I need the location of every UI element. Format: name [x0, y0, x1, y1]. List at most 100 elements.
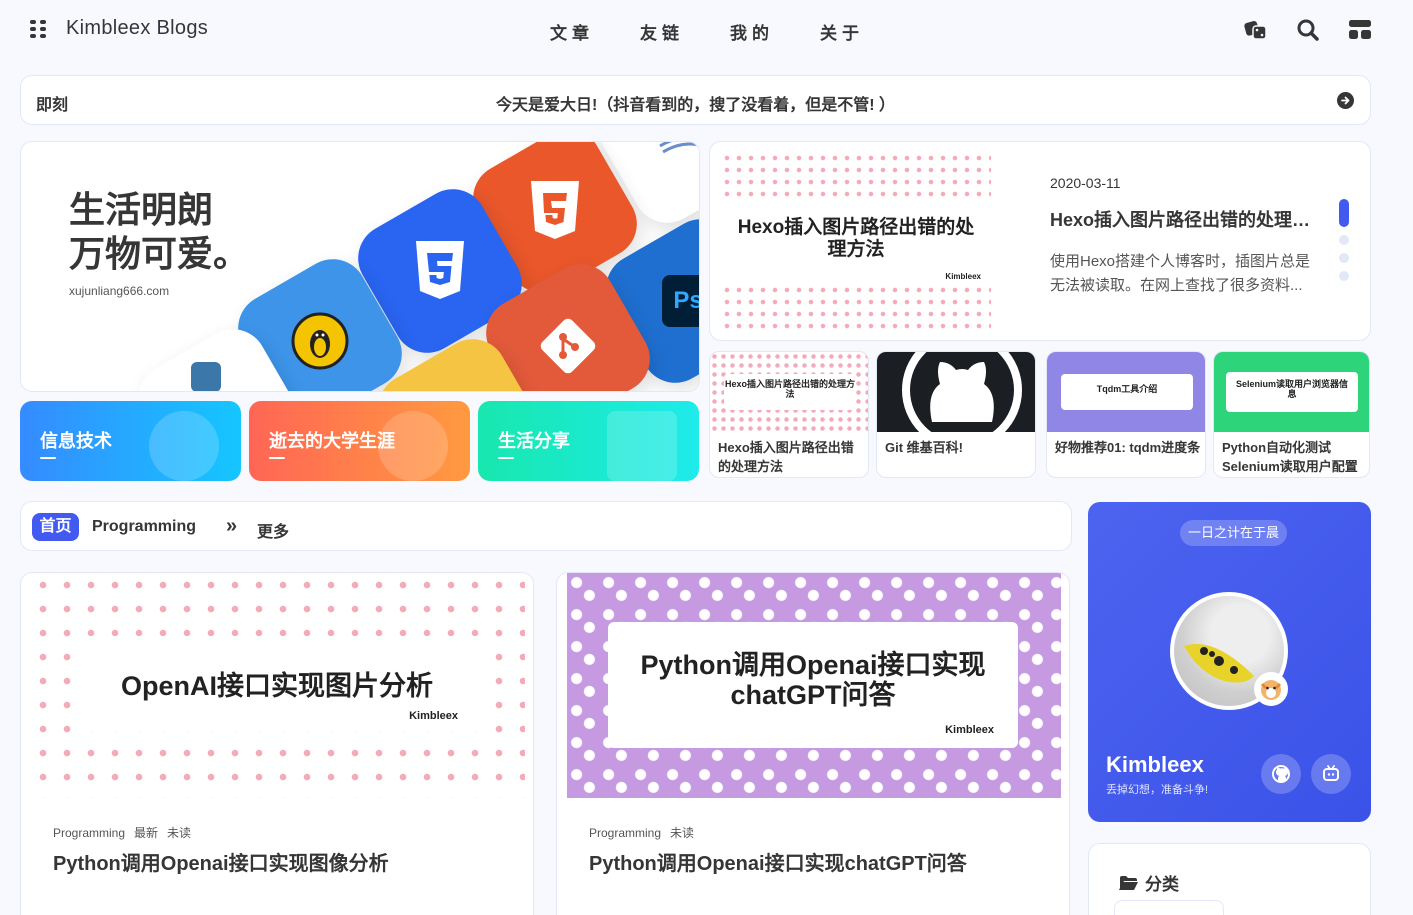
- menu-item-about[interactable]: 关于: [820, 19, 864, 44]
- hero-domain: xujunliang666.com: [69, 284, 170, 298]
- double-chevron-right-icon[interactable]: »: [226, 516, 237, 536]
- menu-item-articles[interactable]: 文章: [550, 19, 594, 44]
- featured-cover-title: Hexo插入图片路径出错的处理方法: [737, 217, 975, 260]
- recent-post-cover: Hexo插入图片路径出错的处理方法: [710, 352, 868, 432]
- hero-title-line2: 万物可爱。: [69, 233, 250, 274]
- bird-icon: [149, 411, 219, 481]
- post-title[interactable]: Python调用Openai接口实现chatGPT问答: [589, 847, 967, 876]
- post-tag-unread: 未读: [167, 826, 192, 840]
- swiper-dot-active[interactable]: [1339, 199, 1349, 227]
- author-desc: 丢掉幻想，准备斗争!: [1106, 784, 1209, 796]
- recent-post-card[interactable]: Tqdm工具介绍 好物推荐01: tqdm进度条: [1046, 351, 1206, 478]
- post-card[interactable]: OpenAI接口实现图片分析 Kimbleex Programming 最新 未读 …: [20, 572, 534, 915]
- category-bar: 首页 Programming » 更多: [20, 501, 1072, 551]
- widget-title: 分类: [1145, 875, 1179, 894]
- hero-title: 生活明朗 万物可爱。: [69, 188, 249, 276]
- git-icon: [540, 318, 596, 374]
- featured-desc: 使用Hexo搭建个人博客时，插图片总是无法被读取。在网上查找了很多资料...: [1050, 253, 1311, 294]
- post-category[interactable]: Programming: [53, 826, 125, 840]
- search-icon[interactable]: [1295, 17, 1321, 43]
- hero-banner: 生活明朗 万物可爱。 xujunliang666.com Ps: [20, 141, 700, 392]
- arrow-right-icon[interactable]: [1337, 92, 1354, 109]
- widget-header: 分类: [1119, 870, 1179, 895]
- recent-post-cover-card: Tqdm工具介绍: [1061, 374, 1193, 410]
- swiper-dot[interactable]: [1339, 271, 1349, 281]
- featured-date: 2020-03-11: [1050, 175, 1121, 191]
- grid-menu-icon[interactable]: [30, 20, 46, 38]
- post-cover[interactable]: Python调用Openai接口实现chatGPT问答 Kimbleex: [567, 573, 1061, 798]
- recent-post-cover: Tqdm工具介绍: [1047, 352, 1205, 432]
- recent-post-card[interactable]: Git 维基百科!: [876, 351, 1036, 478]
- featured-post-swiper[interactable]: Hexo插入图片路径出错的处理方法 Kimbleex 2020-03-11 He…: [709, 141, 1371, 341]
- folder-open-icon: [1119, 875, 1138, 890]
- post-cover-brand: Kimbleex: [945, 724, 994, 736]
- bulletin-message[interactable]: 今天是爱大日!（抖音看到的，搜了没看着，但是不管! ）: [21, 91, 1370, 115]
- post-tag-unread: 未读: [670, 826, 695, 840]
- category-button-it[interactable]: 信息技术: [20, 401, 241, 481]
- category-programming[interactable]: Programming: [92, 518, 196, 536]
- linux-icon: [291, 312, 349, 370]
- menu-item-mine[interactable]: 我的: [730, 19, 774, 44]
- post-meta: Programming 未读: [589, 824, 703, 841]
- category-more-link[interactable]: 更多: [257, 518, 289, 542]
- book-icon: [607, 411, 677, 481]
- recent-post-card[interactable]: Selenium读取用户浏览器信息 Python自动化测试Selenium读取用…: [1213, 351, 1370, 478]
- recent-post-cover: Selenium读取用户浏览器信息: [1214, 352, 1369, 432]
- featured-cover-brand: Kimbleex: [945, 272, 981, 281]
- featured-cover[interactable]: Hexo插入图片路径出错的处理方法 Kimbleex: [721, 152, 991, 332]
- photoshop-icon: Ps: [662, 275, 699, 327]
- fire-icon: [378, 411, 448, 481]
- post-cover-title: OpenAI接口实现图片分析: [120, 671, 433, 701]
- random-post-icon[interactable]: [1243, 17, 1269, 43]
- post-cover-card: Python调用Openai接口实现chatGPT问答 Kimbleex: [608, 622, 1018, 748]
- category-label-it: 信息技术: [40, 427, 112, 459]
- recent-post-cover-title: Selenium读取用户浏览器信息: [1235, 379, 1348, 399]
- post-cover[interactable]: OpenAI接口实现图片分析 Kimbleex: [31, 573, 525, 798]
- category-button-life[interactable]: 生活分享: [478, 401, 699, 481]
- post-category[interactable]: Programming: [589, 826, 661, 840]
- recent-post-title[interactable]: Git 维基百科!: [885, 438, 1031, 476]
- post-tag-new: 最新: [134, 826, 159, 840]
- nav-icons: [1243, 17, 1373, 43]
- css3-icon: [416, 241, 464, 299]
- swiper-dot[interactable]: [1339, 253, 1349, 263]
- category-button-college[interactable]: 逝去的大学生涯: [249, 401, 470, 481]
- recent-post-title[interactable]: Hexo插入图片路径出错的处理方法: [718, 438, 864, 476]
- category-widget-item[interactable]: [1114, 900, 1224, 915]
- recent-post-cover-card: Selenium读取用户浏览器信息: [1226, 372, 1358, 412]
- top-navbar: Kimbleex Blogs 文章 友链 我的 关于: [0, 0, 1413, 60]
- category-widget: 分类: [1088, 843, 1371, 915]
- recent-post-title[interactable]: 好物推荐01: tqdm进度条: [1055, 438, 1201, 476]
- swiper-pagination: [1339, 199, 1349, 289]
- recent-post-cover-card: Hexo插入图片路径出错的处理方法: [724, 374, 856, 410]
- github-icon[interactable]: [1261, 754, 1301, 794]
- author-card: 一日之计在于晨 Kimbleex 丢掉幻想，准备斗争!: [1088, 502, 1371, 822]
- recent-post-cover: [877, 352, 1035, 432]
- post-title[interactable]: Python调用Openai接口实现图像分析: [53, 847, 389, 876]
- status-emoji-icon: [1254, 672, 1288, 706]
- menu-item-links[interactable]: 友链: [640, 19, 684, 44]
- recent-post-cover-title: Tqdm工具介绍: [1096, 384, 1158, 394]
- recent-post-title[interactable]: Python自动化测试Selenium读取用户配置文件: [1222, 438, 1368, 476]
- featured-title[interactable]: Hexo插入图片路径出错的处理方法: [1050, 206, 1318, 232]
- post-cover-brand: Kimbleex: [409, 710, 458, 722]
- main-menu: 文章 友链 我的 关于: [550, 19, 864, 44]
- post-meta: Programming 最新 未读: [53, 824, 200, 841]
- author-motto: 一日之计在于晨: [1180, 520, 1288, 546]
- site-title[interactable]: Kimbleex Blogs: [66, 17, 208, 40]
- category-home-button[interactable]: 首页: [32, 513, 79, 541]
- recent-post-card[interactable]: Hexo插入图片路径出错的处理方法 Hexo插入图片路径出错的处理方法: [709, 351, 869, 478]
- category-label-life: 生活分享: [498, 427, 570, 459]
- console-icon[interactable]: [1347, 17, 1373, 43]
- post-cover-card: OpenAI接口实现图片分析 Kimbleex: [72, 636, 482, 732]
- featured-cover-card: Hexo插入图片路径出错的处理方法 Kimbleex: [721, 197, 991, 287]
- html5-icon: [531, 181, 579, 239]
- bilibili-icon[interactable]: [1311, 754, 1351, 794]
- category-label-college: 逝去的大学生涯: [269, 427, 395, 459]
- post-card[interactable]: Python调用Openai接口实现chatGPT问答 Kimbleex Pro…: [556, 572, 1070, 915]
- bulletin-bar[interactable]: 即刻 今天是爱大日!（抖音看到的，搜了没看着，但是不管! ）: [20, 75, 1371, 125]
- swiper-dot[interactable]: [1339, 235, 1349, 245]
- author-name[interactable]: Kimbleex: [1106, 752, 1204, 778]
- github-logo-icon: [902, 352, 1022, 432]
- post-cover-title: Python调用Openai接口实现chatGPT问答: [640, 650, 986, 710]
